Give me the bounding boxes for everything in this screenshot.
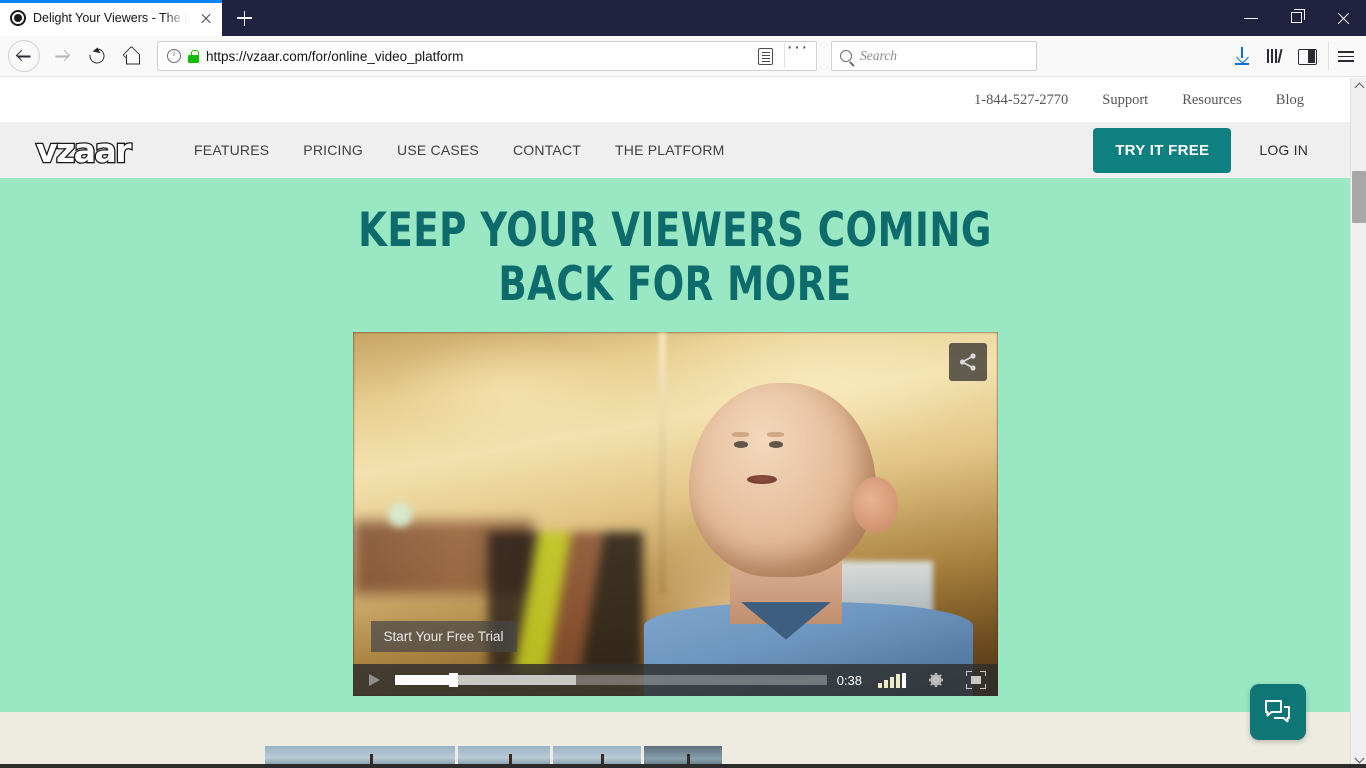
play-icon[interactable]: [361, 667, 387, 693]
hamburger-menu-icon[interactable]: [1328, 41, 1358, 71]
padlock-icon[interactable]: [188, 49, 199, 63]
nav-item-features[interactable]: FEATURES: [194, 142, 269, 158]
search-icon: [840, 50, 852, 62]
video-subject-brow-right: [767, 432, 785, 437]
restore-icon[interactable]: [1274, 0, 1320, 36]
scrollbar-thumb[interactable]: [1352, 171, 1366, 223]
utility-nav-phone[interactable]: 1-844-527-2770: [974, 92, 1068, 109]
window-controls: [1228, 0, 1366, 36]
sidebar-icon[interactable]: [1291, 41, 1321, 71]
new-tab-button[interactable]: [226, 3, 262, 33]
video-subject-eye-right: [769, 441, 784, 448]
utility-nav-support[interactable]: Support: [1102, 92, 1148, 109]
chat-bubbles-icon[interactable]: [1250, 684, 1306, 740]
address-bar[interactable]: https://vzaar.com/for/online_video_platf…: [157, 37, 817, 71]
chat-bubbles-glyph: [1265, 700, 1290, 723]
login-link[interactable]: LOG IN: [1259, 142, 1308, 158]
volume-bars-icon[interactable]: [878, 672, 906, 688]
back-arrow-icon[interactable]: [8, 40, 40, 72]
ellipsis-icon[interactable]: [784, 37, 810, 68]
utility-nav-blog[interactable]: Blog: [1276, 92, 1304, 109]
home-icon[interactable]: [115, 39, 149, 73]
share-icon[interactable]: [948, 343, 987, 381]
video-subject-eye-left: [733, 441, 748, 448]
reload-icon[interactable]: [80, 39, 114, 73]
browser-title-bar: Delight Your Viewers - The Best: [0, 0, 1366, 36]
nav-item-contact[interactable]: CONTACT: [513, 142, 581, 158]
nav-cta-group: TRY IT FREE LOG IN: [1093, 127, 1350, 173]
search-placeholder: Search: [860, 48, 897, 63]
site-logo[interactable]: vzaar: [35, 132, 133, 168]
minimize-icon[interactable]: [1228, 0, 1274, 36]
progress-scrubber-handle[interactable]: [448, 673, 458, 687]
nav-item-use-cases[interactable]: USE CASES: [397, 142, 479, 158]
page-title: Keep your viewers coming back for more: [358, 203, 992, 312]
tab-title: Delight Your Viewers - The Best: [33, 11, 189, 25]
toolbar-right-icons: [1227, 41, 1358, 71]
info-icon[interactable]: [167, 48, 181, 63]
browser-tab-active[interactable]: Delight Your Viewers - The Best: [0, 0, 222, 36]
video-bg-light-glow: [387, 503, 412, 528]
video-subject-ear: [853, 476, 899, 534]
main-navigation: vzaar FEATURES PRICING USE CASES CONTACT…: [0, 122, 1350, 178]
browser-toolbar: https://vzaar.com/for/online_video_platf…: [0, 36, 1366, 77]
page-bottom-edge: [0, 764, 1366, 768]
utility-nav: 1-844-527-2770 Support Resources Blog: [0, 78, 1350, 122]
video-timecode: 0:38: [836, 672, 862, 688]
close-icon[interactable]: [1320, 0, 1366, 36]
forward-arrow-icon[interactable]: [45, 39, 79, 73]
fullscreen-icon[interactable]: [965, 671, 986, 689]
below-fold-section: [0, 712, 1350, 768]
nav-item-the-platform[interactable]: THE PLATFORM: [615, 142, 724, 158]
browser-window: Delight Your Viewers - The Best https://…: [0, 0, 1366, 768]
gear-glyph: [928, 673, 943, 687]
search-bar[interactable]: Search: [831, 41, 1037, 71]
play-circle-icon: [10, 10, 26, 26]
video-subject-person: [636, 382, 997, 696]
hero-section: Keep your viewers coming back for more: [0, 178, 1350, 712]
progress-played: [394, 675, 453, 685]
progress-bar[interactable]: [394, 673, 827, 687]
try-it-free-button[interactable]: TRY IT FREE: [1093, 127, 1232, 173]
gear-icon[interactable]: [926, 670, 946, 690]
video-player[interactable]: Start Your Free Trial 0:38: [352, 332, 998, 696]
video-subject-head: [688, 382, 876, 578]
video-subject-mouth: [746, 475, 777, 485]
video-controls-bar: 0:38: [352, 664, 998, 696]
page-scrollbar[interactable]: [1350, 78, 1366, 768]
scroll-up-arrow-icon[interactable]: [1351, 78, 1366, 95]
share-glyph: [959, 353, 976, 371]
url-text: https://vzaar.com/for/online_video_platf…: [206, 48, 464, 64]
close-icon[interactable]: [196, 8, 216, 28]
reader-mode-icon[interactable]: [758, 47, 773, 65]
video-subject-brow-left: [731, 432, 749, 437]
nav-item-pricing[interactable]: PRICING: [303, 142, 363, 158]
page-viewport: 1-844-527-2770 Support Resources Blog vz…: [0, 78, 1350, 768]
utility-nav-resources[interactable]: Resources: [1182, 92, 1242, 109]
library-icon[interactable]: [1259, 41, 1289, 71]
video-overlay-cta[interactable]: Start Your Free Trial: [370, 621, 517, 652]
main-nav-links: FEATURES PRICING USE CASES CONTACT THE P…: [194, 142, 724, 158]
download-icon[interactable]: [1227, 41, 1257, 71]
